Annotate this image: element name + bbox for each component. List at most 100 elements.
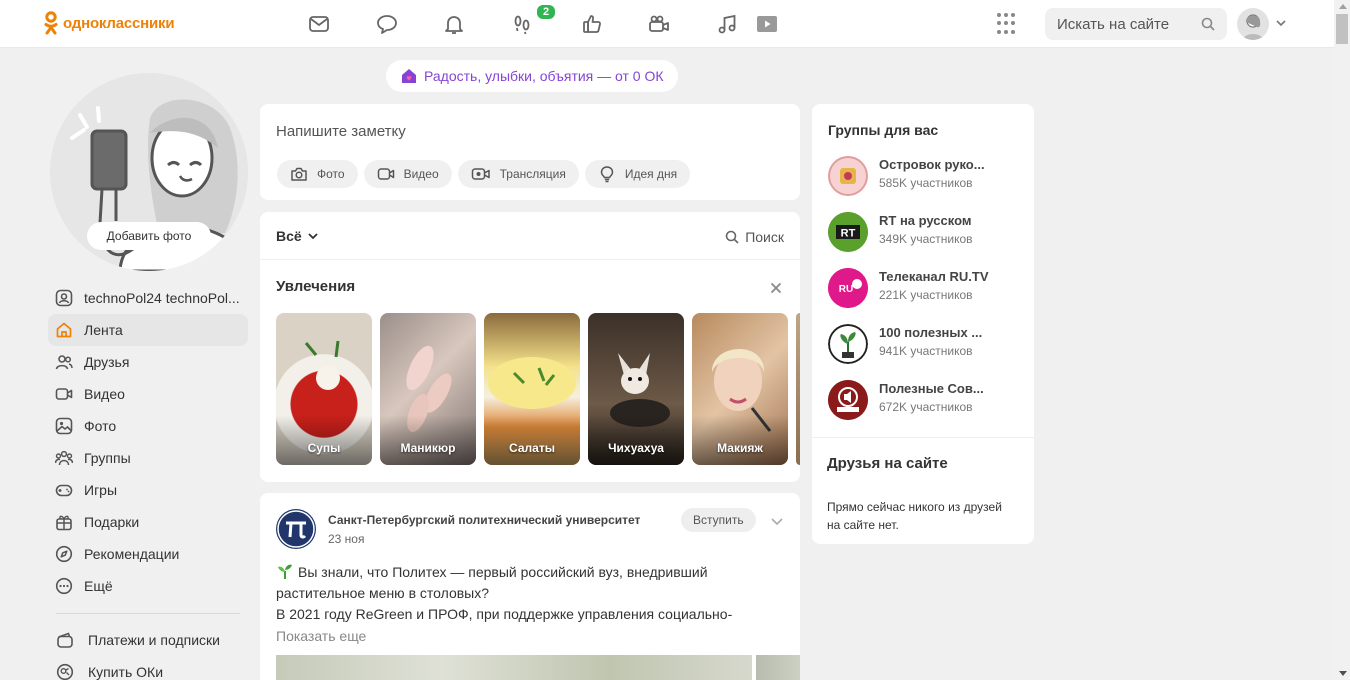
post-card: Санкт-Петербургский политехнический унив… bbox=[260, 493, 800, 680]
sidebar-item-video[interactable]: Видео bbox=[48, 378, 248, 410]
post-text-line1: Вы знали, что Политех — первый российски… bbox=[276, 564, 708, 601]
sidebar-item-payments[interactable]: Платежи и подписки bbox=[48, 624, 248, 656]
chevron-down-icon[interactable] bbox=[770, 515, 784, 527]
close-icon[interactable] bbox=[770, 282, 782, 294]
feed-card: Всё Поиск Увлечения Супы Маникюр Салаты bbox=[260, 212, 800, 482]
wallet-icon bbox=[57, 632, 73, 648]
sidebar-item-gifts[interactable]: Подарки bbox=[48, 506, 248, 538]
scroll-thumb[interactable] bbox=[1336, 14, 1348, 44]
chevron-down-icon bbox=[308, 233, 318, 240]
hobby-tile-label: Макияж bbox=[717, 441, 763, 455]
sidebar-item-groups[interactable]: Группы bbox=[48, 442, 248, 474]
post-author[interactable]: Санкт-Петербургский политехнический унив… bbox=[328, 513, 640, 527]
scroll-up-arrow[interactable] bbox=[1339, 4, 1347, 9]
composer-photo-button[interactable]: Фото bbox=[277, 160, 358, 188]
house-heart-icon bbox=[402, 69, 416, 83]
feed-search-button[interactable]: Поиск bbox=[725, 229, 784, 245]
video-icon bbox=[377, 168, 394, 180]
ok-logo[interactable]: одноклассники bbox=[44, 11, 175, 35]
tile-shade bbox=[380, 415, 476, 465]
guests-badge: 2 bbox=[535, 3, 558, 21]
note-input[interactable]: Напишите заметку bbox=[276, 123, 406, 140]
groups-divider bbox=[812, 437, 1034, 438]
feed-filter-dropdown[interactable]: Всё bbox=[276, 228, 319, 244]
sidebar-item-label: Фото bbox=[84, 418, 117, 434]
groups-card: Группы для вас Островок руко... 585K уча… bbox=[812, 104, 1034, 544]
group-item[interactable]: RT RT на русском 349K участников bbox=[828, 212, 1028, 256]
hobbies-carousel: Супы Маникюр Салаты Чихуахуа Макияж bbox=[276, 313, 800, 465]
show-more-link[interactable]: Показать еще bbox=[276, 628, 366, 644]
sidebar-item-feed[interactable]: Лента bbox=[48, 314, 248, 346]
more-icon bbox=[55, 577, 73, 595]
sprout-icon bbox=[278, 564, 292, 579]
hobby-tile-label: Супы bbox=[307, 441, 341, 455]
sidebar-item-games[interactable]: Игры bbox=[48, 474, 248, 506]
sidebar-item-label: technoPol24 technoPol... bbox=[84, 290, 240, 306]
hobby-tile-soups[interactable]: Супы bbox=[276, 313, 372, 465]
hobby-tile-label: Чихуахуа bbox=[608, 441, 664, 455]
group-members: 941K участников bbox=[879, 344, 973, 358]
group-members: 585K участников bbox=[879, 176, 973, 190]
tile-shade bbox=[588, 415, 684, 465]
search-input[interactable] bbox=[1045, 8, 1185, 40]
composer-video-button[interactable]: Видео bbox=[363, 160, 452, 188]
group-avatar: RT bbox=[828, 212, 868, 252]
composer-photo-label: Фото bbox=[317, 167, 345, 181]
composer-video-label: Видео bbox=[403, 167, 439, 181]
scroll-down-arrow[interactable] bbox=[1339, 671, 1347, 676]
sidebar-item-label: Платежи и подписки bbox=[88, 632, 220, 648]
video-camera-icon[interactable] bbox=[647, 12, 671, 36]
friends-icon bbox=[55, 355, 73, 370]
search-icon[interactable] bbox=[1201, 17, 1215, 31]
hobby-tile-manicure[interactable]: Маникюр bbox=[380, 313, 476, 465]
sidebar-item-recommendations[interactable]: Рекомендации bbox=[48, 538, 248, 570]
post-image-secondary[interactable] bbox=[756, 655, 800, 680]
music-icon[interactable] bbox=[715, 12, 739, 36]
join-button[interactable]: Вступить bbox=[681, 508, 756, 532]
composer-actions: Фото Видео Трансляция Идея дня bbox=[277, 160, 691, 188]
video-icon bbox=[55, 388, 73, 400]
group-item[interactable]: Полезные Сов... 672K участников bbox=[828, 380, 1028, 424]
mail-icon[interactable] bbox=[307, 12, 331, 36]
sidebar-divider bbox=[56, 613, 240, 614]
search-icon bbox=[725, 230, 739, 244]
sidebar-item-profile[interactable]: technoPol24 technoPol... bbox=[48, 282, 248, 314]
sidebar-item-photo[interactable]: Фото bbox=[48, 410, 248, 442]
promo-banner[interactable]: Радость, улыбки, объятия — от 0 ОК bbox=[386, 60, 678, 92]
composer-idea-label: Идея дня bbox=[624, 167, 678, 181]
sidebar-item-label: Купить ОКи bbox=[88, 664, 164, 680]
bell-icon[interactable] bbox=[442, 12, 466, 36]
guests-icon[interactable] bbox=[510, 12, 534, 36]
add-photo-button[interactable]: Добавить фото bbox=[87, 222, 211, 250]
group-item[interactable]: 100 полезных ... 941K участников bbox=[828, 324, 1028, 368]
post-image[interactable] bbox=[276, 655, 752, 680]
chevron-down-icon[interactable] bbox=[1275, 17, 1287, 29]
apps-grid-icon[interactable] bbox=[997, 13, 1019, 35]
video-play-icon[interactable] bbox=[755, 12, 779, 36]
hobby-tile-label: Салаты bbox=[509, 441, 555, 455]
friends-online-empty: Прямо сейчас никого из друзей на сайте н… bbox=[827, 500, 1002, 532]
plants-avatar-icon bbox=[828, 324, 868, 364]
sidebar-item-label: Ещё bbox=[84, 578, 113, 594]
sidebar-item-friends[interactable]: Друзья bbox=[48, 346, 248, 378]
composer-idea-button[interactable]: Идея дня bbox=[584, 160, 691, 188]
composer-broadcast-button[interactable]: Трансляция bbox=[457, 160, 579, 188]
likes-icon[interactable] bbox=[580, 12, 604, 36]
university-logo[interactable] bbox=[276, 509, 316, 549]
header-avatar[interactable] bbox=[1237, 8, 1269, 40]
group-item[interactable]: RU Телеканал RU.TV 221K участников bbox=[828, 268, 1028, 312]
page-scrollbar[interactable] bbox=[1334, 0, 1350, 680]
compass-icon bbox=[55, 545, 73, 563]
sidebar-item-more[interactable]: Ещё bbox=[48, 570, 248, 602]
hobby-tile-makeup[interactable]: Макияж bbox=[692, 313, 788, 465]
tile-shade bbox=[692, 415, 788, 465]
hobby-tile-salads[interactable]: Салаты bbox=[484, 313, 580, 465]
hobby-tile-partial[interactable] bbox=[796, 313, 800, 465]
chat-icon[interactable] bbox=[375, 12, 399, 36]
coin-icon bbox=[56, 663, 74, 680]
group-item[interactable]: Островок руко... 585K участников bbox=[828, 156, 1028, 200]
sidebar-item-buy-ok[interactable]: Купить ОКи bbox=[48, 656, 248, 680]
group-name: 100 полезных ... bbox=[879, 325, 983, 340]
hobby-tile-chihuahua[interactable]: Чихуахуа bbox=[588, 313, 684, 465]
sidebar-item-label: Лента bbox=[84, 322, 123, 338]
